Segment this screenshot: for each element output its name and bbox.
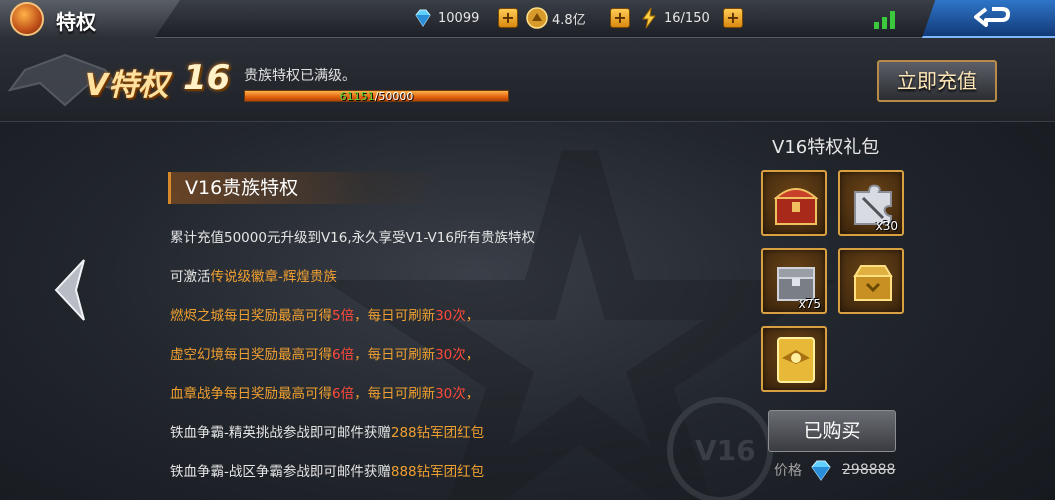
diamond-amount: 10099 xyxy=(438,10,480,26)
back-button[interactable] xyxy=(922,0,1055,38)
red-treasure-chest-icon xyxy=(773,188,819,225)
add-diamond-button[interactable]: + xyxy=(498,8,518,28)
stamina-counter: 16/150 xyxy=(638,7,710,29)
vip-label: V特权 xyxy=(85,68,169,103)
svg-text:V16: V16 xyxy=(695,434,756,467)
stamina-amount: 16/150 xyxy=(664,10,710,26)
privilege-line-zone-contest: 铁血争霸-战区争霸参战即可邮件获赠888钻军团红包 xyxy=(170,464,485,480)
gift-item[interactable] xyxy=(838,248,904,314)
gold-badge-card-icon xyxy=(777,337,815,383)
diamond-counter: 10099 xyxy=(412,7,479,29)
price-display: 价格 298888 xyxy=(774,460,896,481)
vip-progress-text: 61151/50000 xyxy=(339,90,414,103)
previous-level-arrow-icon[interactable] xyxy=(52,258,88,322)
vip-status-text: 贵族特权已满级。 xyxy=(244,68,356,84)
privilege-line-recharge: 累计充值50000元升级到V16,永久享受V1-V16所有贵族特权 xyxy=(170,230,535,246)
privilege-line-elite-challenge: 铁血争霸-精英挑战参战即可邮件获赠288钻军团红包 xyxy=(170,425,485,441)
gift-item[interactable]: x75 xyxy=(761,248,827,314)
diamond-icon xyxy=(811,460,831,481)
bought-button[interactable]: 已购买 xyxy=(768,410,896,452)
page-title: 特权 xyxy=(56,10,96,34)
privilege-section-title: V16贵族特权 xyxy=(168,172,448,204)
add-gold-button[interactable]: + xyxy=(610,8,630,28)
privilege-line-badge: 可激活传说级徽章-辉煌贵族 xyxy=(170,269,337,285)
gift-item[interactable]: x30 xyxy=(838,170,904,236)
price-label: 价格 xyxy=(774,463,802,479)
gold-coin-icon xyxy=(526,7,548,29)
gift-item-count: x75 xyxy=(798,297,821,311)
gift-pack-title: V16特权礼包 xyxy=(772,137,880,158)
recharge-button[interactable]: 立即充值 xyxy=(877,60,997,102)
back-arrow-icon xyxy=(974,7,1010,27)
privilege-line-ember-city: 燃烬之城每日奖励最高可得5倍，每日可刷新30次， xyxy=(170,308,480,324)
vip-level: 16 xyxy=(183,58,231,98)
signal-strength-icon xyxy=(874,11,895,29)
price-value: 298888 xyxy=(842,462,896,478)
add-stamina-button[interactable]: + xyxy=(723,8,743,28)
lightning-icon xyxy=(642,7,656,29)
gift-item[interactable] xyxy=(761,170,827,236)
top-bar: 特权 10099 + 4.8亿 + 16/150 + xyxy=(0,0,1055,40)
diamond-icon xyxy=(415,9,431,27)
gold-amount: 4.8亿 xyxy=(552,12,586,28)
privilege-line-void-realm: 虚空幻境每日奖励最高可得6倍，每日可刷新30次， xyxy=(170,347,480,363)
gift-item-count: x30 xyxy=(875,219,898,233)
privilege-emblem-icon xyxy=(10,2,44,36)
gift-item[interactable] xyxy=(761,326,827,392)
vip-progress-bar: 61151/50000 xyxy=(244,90,509,103)
gold-chest-icon xyxy=(853,265,893,301)
privilege-line-blood-war: 血章战争每日奖励最高可得6倍，每日可刷新30次， xyxy=(170,386,480,402)
gold-counter: 4.8亿 xyxy=(526,7,586,29)
